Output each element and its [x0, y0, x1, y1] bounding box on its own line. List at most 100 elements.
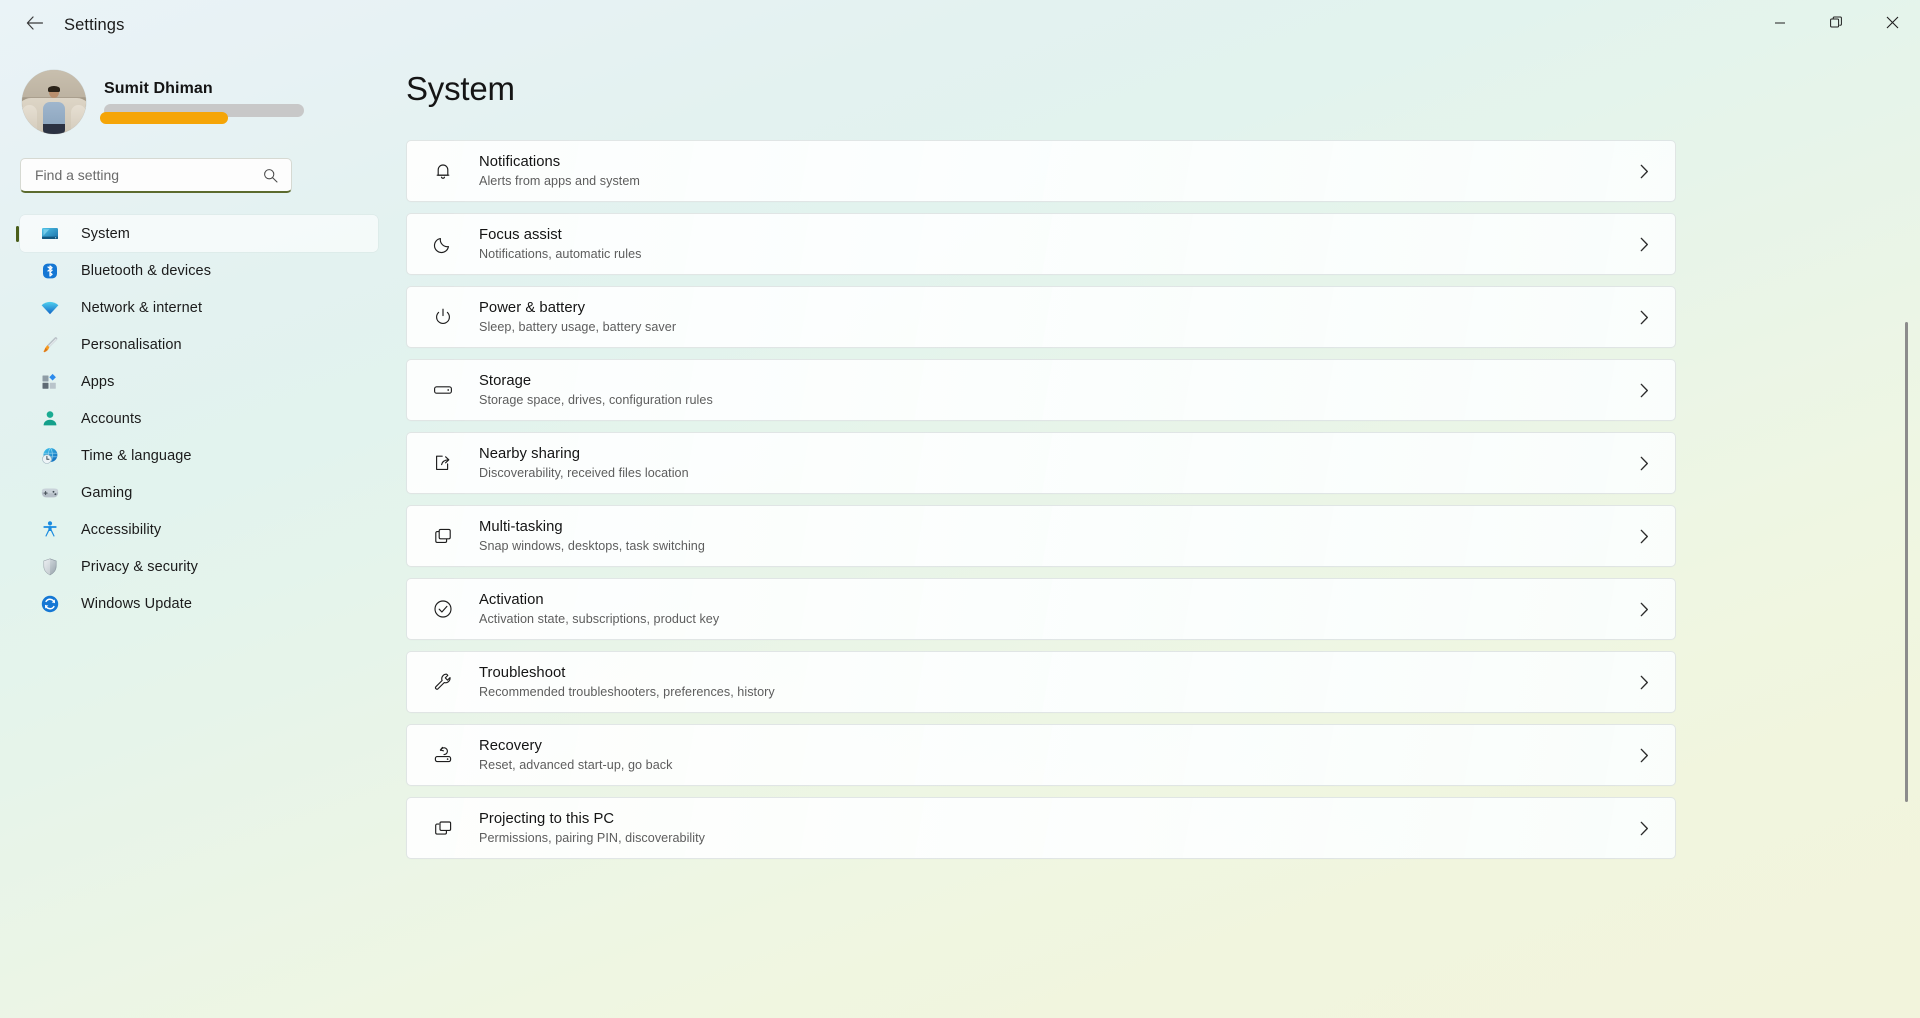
- sidebar-item-label: Apps: [81, 373, 115, 390]
- settings-card-focus-assist[interactable]: Focus assist Notifications, automatic ru…: [406, 213, 1676, 275]
- window-title: Settings: [64, 15, 125, 34]
- settings-list: Notifications Alerts from apps and syste…: [406, 132, 1676, 870]
- share-icon: [431, 451, 455, 475]
- search-box[interactable]: [20, 158, 292, 193]
- profile-card[interactable]: Sumit Dhiman: [22, 70, 400, 134]
- settings-card-text: Projecting to this PC Permissions, pairi…: [479, 810, 705, 847]
- arrow-left-icon: [26, 15, 43, 35]
- recovery-icon: [431, 743, 455, 767]
- settings-list-viewport: Notifications Alerts from apps and syste…: [400, 132, 1920, 1018]
- settings-card-notifications[interactable]: Notifications Alerts from apps and syste…: [406, 140, 1676, 202]
- person-icon: [40, 409, 60, 429]
- settings-card-subtitle: Activation state, subscriptions, product…: [479, 611, 720, 626]
- sidebar-item-label: Gaming: [81, 484, 133, 501]
- restore-icon: [1829, 16, 1843, 34]
- window-controls: [1752, 0, 1920, 50]
- settings-card-title: Storage: [479, 372, 532, 389]
- settings-card-power-battery[interactable]: Power & battery Sleep, battery usage, ba…: [406, 286, 1676, 348]
- settings-card-subtitle: Permissions, pairing PIN, discoverabilit…: [479, 830, 706, 845]
- settings-card-text: Nearby sharing Discoverability, received…: [479, 445, 689, 482]
- sidebar-item-label: Bluetooth & devices: [81, 262, 212, 279]
- sidebar-item-label: Privacy & security: [81, 558, 199, 575]
- chevron-right-icon: [1640, 164, 1649, 179]
- settings-card-recovery[interactable]: Recovery Reset, advanced start-up, go ba…: [406, 724, 1676, 786]
- settings-card-subtitle: Notifications, automatic rules: [479, 246, 642, 261]
- chevron-right-icon: [1640, 748, 1649, 763]
- maximise-button[interactable]: [1808, 0, 1864, 50]
- settings-card-title: Recovery: [479, 737, 542, 754]
- apps-icon: [40, 372, 60, 392]
- highlight-marker: [100, 112, 228, 124]
- minimise-button[interactable]: [1752, 0, 1808, 50]
- settings-card-subtitle: Sleep, battery usage, battery saver: [479, 319, 677, 334]
- settings-card-subtitle: Reset, advanced start-up, go back: [479, 757, 673, 772]
- sidebar-item-personalisation[interactable]: Personalisation: [20, 326, 378, 363]
- settings-card-text: Troubleshoot Recommended troubleshooters…: [479, 664, 775, 701]
- chevron-right-icon: [1640, 237, 1649, 252]
- sidebar-item-network-internet[interactable]: Network & internet: [20, 289, 378, 326]
- settings-card-projecting-to-this-pc[interactable]: Projecting to this PC Permissions, pairi…: [406, 797, 1676, 859]
- chevron-right-icon: [1640, 821, 1649, 836]
- wrench-icon: [431, 670, 455, 694]
- sidebar-item-label: Accounts: [81, 410, 142, 427]
- sidebar-item-privacy-security[interactable]: Privacy & security: [20, 548, 378, 585]
- scrollbar-thumb[interactable]: [1905, 322, 1908, 802]
- search-input[interactable]: [21, 167, 263, 183]
- sidebar-item-label: Personalisation: [81, 336, 182, 353]
- settings-card-title: Activation: [479, 591, 544, 608]
- settings-card-storage[interactable]: Storage Storage space, drives, configura…: [406, 359, 1676, 421]
- settings-card-nearby-sharing[interactable]: Nearby sharing Discoverability, received…: [406, 432, 1676, 494]
- settings-card-subtitle: Discoverability, received files location: [479, 465, 689, 480]
- search-icon: [263, 168, 278, 183]
- check-circle-icon: [431, 597, 455, 621]
- sidebar-item-accounts[interactable]: Accounts: [20, 400, 378, 437]
- paintbrush-icon: [40, 335, 60, 355]
- scrollbar-track[interactable]: [1900, 50, 1914, 1018]
- project-screen-icon: [431, 816, 455, 840]
- title-bar: Settings: [0, 0, 1920, 50]
- sidebar-item-bluetooth-devices[interactable]: Bluetooth & devices: [20, 252, 378, 289]
- chevron-right-icon: [1640, 675, 1649, 690]
- back-button[interactable]: [14, 8, 54, 42]
- settings-card-subtitle: Storage space, drives, configuration rul…: [479, 392, 713, 407]
- close-icon: [1886, 16, 1899, 34]
- sidebar-item-label: Windows Update: [81, 595, 193, 612]
- sidebar-item-windows-update[interactable]: Windows Update: [20, 585, 378, 622]
- settings-card-subtitle: Recommended troubleshooters, preferences…: [479, 684, 775, 699]
- sidebar-item-apps[interactable]: Apps: [20, 363, 378, 400]
- sidebar-item-gaming[interactable]: Gaming: [20, 474, 378, 511]
- sidebar-item-time-language[interactable]: Time & language: [20, 437, 378, 474]
- minimise-icon: [1774, 16, 1786, 34]
- settings-card-activation[interactable]: Activation Activation state, subscriptio…: [406, 578, 1676, 640]
- main-content: System Notifications Alerts from apps an…: [400, 50, 1920, 1018]
- settings-card-text: Focus assist Notifications, automatic ru…: [479, 226, 642, 263]
- settings-card-text: Multi-tasking Snap windows, desktops, ta…: [479, 518, 705, 555]
- settings-card-subtitle: Snap windows, desktops, task switching: [479, 538, 705, 553]
- close-button[interactable]: [1864, 0, 1920, 50]
- sidebar-item-system[interactable]: System: [20, 215, 378, 252]
- sidebar-item-label: Accessibility: [81, 521, 162, 538]
- sidebar-item-label: System: [81, 225, 130, 242]
- shield-icon: [40, 557, 60, 577]
- chevron-right-icon: [1640, 602, 1649, 617]
- settings-card-title: Notifications: [479, 153, 561, 170]
- settings-card-title: Focus assist: [479, 226, 562, 243]
- sidebar-item-accessibility[interactable]: Accessibility: [20, 511, 378, 548]
- chevron-right-icon: [1640, 310, 1649, 325]
- sidebar-item-label: Time & language: [81, 447, 192, 464]
- monitor-icon: [40, 224, 60, 244]
- sidebar: Sumit Dhiman Find a setting System Bluet…: [0, 50, 400, 1018]
- page-title: System: [406, 70, 515, 107]
- settings-card-text: Power & battery Sleep, battery usage, ba…: [479, 299, 676, 336]
- settings-card-title: Power & battery: [479, 299, 586, 316]
- update-icon: [40, 594, 60, 614]
- profile-email-redacted: [100, 104, 304, 124]
- moon-icon: [431, 232, 455, 256]
- chevron-right-icon: [1640, 383, 1649, 398]
- settings-card-troubleshoot[interactable]: Troubleshoot Recommended troubleshooters…: [406, 651, 1676, 713]
- sidebar-item-label: Network & internet: [81, 299, 203, 316]
- globe-clock-icon: [40, 446, 60, 466]
- windows-stack-icon: [431, 524, 455, 548]
- chevron-right-icon: [1640, 456, 1649, 471]
- settings-card-multi-tasking[interactable]: Multi-tasking Snap windows, desktops, ta…: [406, 505, 1676, 567]
